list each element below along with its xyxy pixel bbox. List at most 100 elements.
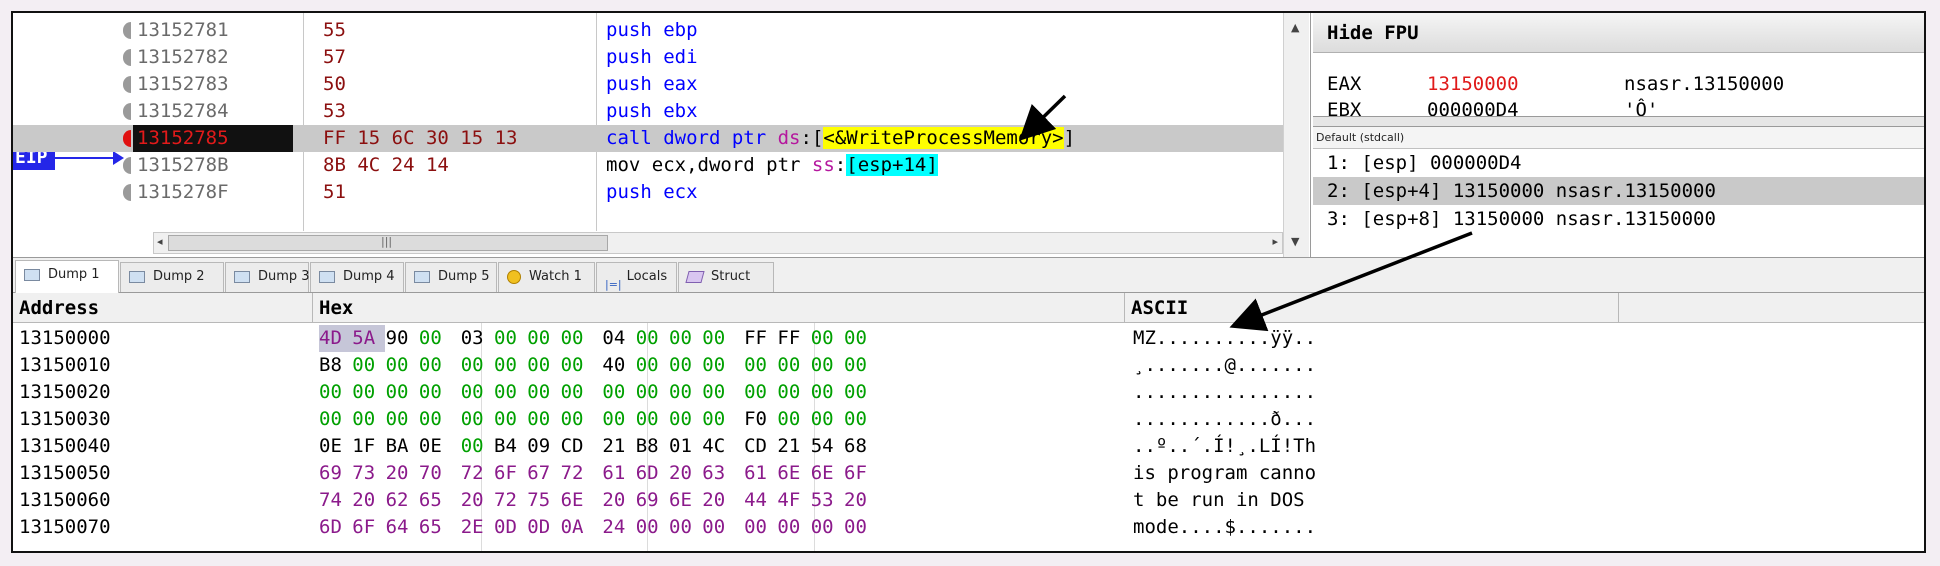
hex-byte[interactable]: 00	[561, 406, 594, 433]
hex-byte[interactable]: 00	[352, 352, 385, 379]
hex-byte[interactable]: 00	[702, 325, 735, 352]
disasm-row[interactable]: 13152785 FF 15 6C 30 15 13 call dword ptr …	[13, 125, 1283, 152]
dump-row[interactable]: 13150020 00 00 00 00 00 00 00 00 00 00 00 00 00 00 00 00…	[13, 379, 1924, 406]
ascii-text[interactable]: ................	[1133, 379, 1316, 406]
tab-locals[interactable]: |=| Locals	[596, 262, 677, 292]
hex-column-header[interactable]: Hex	[313, 293, 1125, 323]
hex-byte[interactable]: B4	[494, 433, 527, 460]
hex-byte[interactable]: 62	[386, 487, 419, 514]
breakpoint-slot-icon[interactable]	[123, 76, 131, 93]
disasm-row[interactable]: 13152784 53 push ebx	[13, 98, 1283, 125]
hex-byte[interactable]: 00	[494, 352, 527, 379]
hex-byte[interactable]: 6E	[561, 487, 594, 514]
hex-byte[interactable]: 65	[419, 487, 452, 514]
hex-byte[interactable]: 00	[461, 379, 494, 406]
extra-column-header[interactable]	[1619, 293, 1924, 323]
hex-byte[interactable]: 00	[386, 352, 419, 379]
ascii-text[interactable]: t be run in DOS	[1133, 487, 1316, 514]
hex-byte[interactable]: B8	[636, 433, 669, 460]
hex-byte[interactable]: 00	[494, 325, 527, 352]
stack-arg-row[interactable]: 1: [esp] 000000D4	[1313, 149, 1924, 177]
hex-byte[interactable]: 00	[702, 352, 735, 379]
hex-byte[interactable]: 00	[811, 406, 844, 433]
hex-byte[interactable]: 00	[494, 406, 527, 433]
hex-byte[interactable]: 00	[527, 352, 560, 379]
memory-dump-pane[interactable]: Address Hex ASCII 13150000 4D 5A 90 00 03 00 00…	[13, 293, 1924, 551]
hex-byte[interactable]: 0A	[561, 514, 594, 541]
hex-byte[interactable]: 20	[352, 487, 385, 514]
hex-byte[interactable]: 72	[494, 487, 527, 514]
hex-byte[interactable]: 21	[602, 433, 635, 460]
hex-byte[interactable]: 54	[811, 433, 844, 460]
hex-byte[interactable]: 00	[811, 514, 844, 541]
hex-byte[interactable]: 21	[777, 433, 810, 460]
hex-byte[interactable]: 61	[602, 460, 635, 487]
hex-byte[interactable]: 72	[461, 460, 494, 487]
vertical-scrollbar[interactable]: ▲ ▼	[1283, 13, 1309, 257]
hex-byte[interactable]: FF	[777, 325, 810, 352]
hex-byte[interactable]: 65	[419, 514, 452, 541]
hex-byte[interactable]: 00	[602, 379, 635, 406]
hex-byte[interactable]: 00	[811, 379, 844, 406]
disasm-row[interactable]: 1315278F 51 push ecx	[13, 179, 1283, 206]
hex-byte[interactable]: 00	[561, 379, 594, 406]
hex-byte[interactable]: 0D	[494, 514, 527, 541]
hex-byte[interactable]: BA	[386, 433, 419, 460]
hex-byte[interactable]: 6E	[669, 487, 702, 514]
hex-byte[interactable]: 00	[352, 406, 385, 433]
call-stack-args-pane[interactable]: Default (stdcall) 1: [esp] 000000D4 2: [e…	[1313, 126, 1924, 257]
hex-byte[interactable]: 69	[636, 487, 669, 514]
dump-row[interactable]: 13150000 4D 5A 90 00 03 00 00 00 04 00 00 00 FF FF 00 00…	[13, 325, 1924, 352]
hex-byte[interactable]: 00	[561, 325, 594, 352]
hex-byte[interactable]: 20	[386, 460, 419, 487]
hex-byte[interactable]: 00	[636, 379, 669, 406]
hex-byte[interactable]: 00	[702, 406, 735, 433]
hex-byte[interactable]: 00	[777, 514, 810, 541]
hex-byte[interactable]: 1F	[352, 433, 385, 460]
hex-byte[interactable]: 00	[669, 514, 702, 541]
breakpoint-slot-icon[interactable]	[123, 49, 131, 66]
hex-byte[interactable]: 00	[386, 406, 419, 433]
hex-byte[interactable]: 6E	[811, 460, 844, 487]
breakpoint-slot-icon[interactable]	[123, 103, 131, 120]
hex-byte[interactable]: 09	[527, 433, 560, 460]
tab-dump-3[interactable]: Dump 3	[225, 262, 310, 292]
hex-byte[interactable]: 00	[702, 514, 735, 541]
dump-row[interactable]: 13150010 B8 00 00 00 00 00 00 00 40 00 00 00 00 00 00 00…	[13, 352, 1924, 379]
hex-byte[interactable]: 00	[636, 352, 669, 379]
hex-byte[interactable]: 0E	[419, 433, 452, 460]
ascii-text[interactable]: MZ..........ÿÿ..	[1133, 325, 1316, 352]
hex-byte[interactable]: 6F	[494, 460, 527, 487]
stack-arg-row[interactable]: 2: [esp+4] 13150000 nsasr.13150000	[1313, 177, 1924, 205]
hex-byte[interactable]: 00	[636, 514, 669, 541]
hex-byte[interactable]: CD	[561, 433, 594, 460]
hex-byte[interactable]: 20	[669, 460, 702, 487]
hex-byte[interactable]: 00	[702, 379, 735, 406]
hex-byte[interactable]: 20	[702, 487, 735, 514]
tab-dump-5[interactable]: Dump 5	[405, 262, 497, 292]
breakpoint-slot-icon[interactable]	[123, 22, 131, 39]
hex-byte[interactable]: 75	[527, 487, 560, 514]
dump-row[interactable]: 13150050 69 73 20 70 72 6F 67 72 61 6D 20 63 61 6E 6E 6F…	[13, 460, 1924, 487]
hex-byte[interactable]: 00	[561, 352, 594, 379]
hex-byte[interactable]: 00	[461, 352, 494, 379]
hex-byte[interactable]: 70	[419, 460, 452, 487]
hex-byte[interactable]: 00	[744, 514, 777, 541]
ascii-text[interactable]: ............ð...	[1133, 406, 1316, 433]
hex-byte[interactable]: 00	[419, 325, 452, 352]
ascii-text[interactable]: mode....$.......	[1133, 514, 1316, 541]
tab-dump-1[interactable]: Dump 1	[15, 260, 119, 294]
hex-byte[interactable]: 00	[669, 379, 702, 406]
address-column-header[interactable]: Address	[13, 293, 313, 323]
hex-byte[interactable]: 00	[744, 379, 777, 406]
hex-byte[interactable]: 00	[319, 379, 352, 406]
hex-byte[interactable]: 4D	[319, 325, 352, 352]
hex-byte[interactable]: 20	[844, 487, 877, 514]
scrollbar-thumb[interactable]: |||	[168, 235, 608, 251]
hex-byte[interactable]: 00	[669, 406, 702, 433]
dump-row[interactable]: 13150040 0E 1F BA 0E 00 B4 09 CD 21 B8 01 4C CD 21 54 68…	[13, 433, 1924, 460]
hex-byte[interactable]: 00	[844, 379, 877, 406]
hex-byte[interactable]: 63	[702, 460, 735, 487]
hex-byte[interactable]: 03	[461, 325, 494, 352]
hex-byte[interactable]: 44	[744, 487, 777, 514]
